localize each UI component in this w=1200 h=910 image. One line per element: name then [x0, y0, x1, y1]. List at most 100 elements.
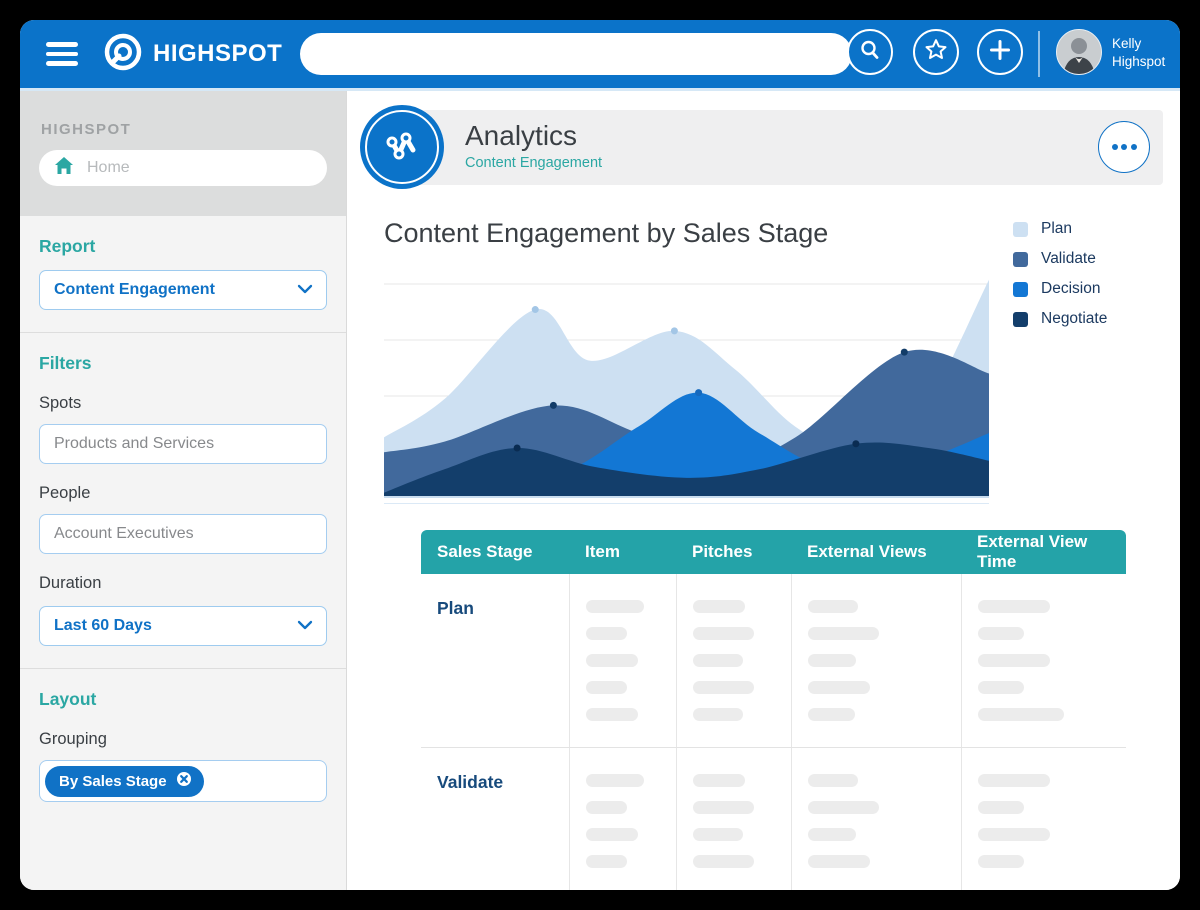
close-circle-icon[interactable]	[175, 770, 193, 793]
grouping-chip[interactable]: By Sales Stage	[45, 766, 204, 797]
placeholder-bar	[693, 774, 745, 787]
data-point-marker	[695, 389, 702, 396]
grouping-chip-label: By Sales Stage	[59, 773, 167, 790]
column-header: External View Time	[961, 532, 1126, 572]
placeholder-bar	[808, 627, 879, 640]
highspot-logo[interactable]: HIGHSPOT	[102, 31, 282, 78]
legend-item-decision[interactable]: Decision	[1013, 280, 1107, 298]
duration-label: Duration	[39, 574, 327, 593]
chart-title: Content Engagement by Sales Stage	[384, 218, 989, 249]
table-header-row: Sales StageItemPitchesExternal ViewsExte…	[421, 530, 1126, 574]
placeholder-bar	[808, 801, 879, 814]
placeholder-bar	[808, 855, 870, 868]
people-input[interactable]	[39, 514, 327, 554]
sidebar-item-home[interactable]: Home	[39, 150, 327, 186]
placeholder-bar	[693, 627, 754, 640]
favorites-button[interactable]	[913, 29, 959, 75]
table-cell-placeholder	[961, 574, 1126, 747]
legend-label: Validate	[1041, 250, 1096, 268]
legend-item-validate[interactable]: Validate	[1013, 250, 1107, 268]
data-point-marker	[671, 327, 678, 334]
column-header: Pitches	[676, 542, 791, 562]
legend-swatch	[1013, 312, 1028, 327]
data-point-marker	[550, 402, 557, 409]
table-cell-placeholder	[676, 574, 791, 747]
people-label: People	[39, 484, 327, 503]
chart-legend: Plan Validate Decision Negotiate	[1013, 218, 1107, 504]
filters-section: Filters Spots People Duration Last 60 Da…	[20, 332, 346, 668]
sidebar-brand-label: HIGHSPOT	[41, 121, 327, 138]
table-row: Plan	[421, 574, 1126, 748]
placeholder-bar	[978, 654, 1050, 667]
report-dropdown[interactable]: Content Engagement	[39, 270, 327, 310]
placeholder-bar	[586, 801, 627, 814]
ellipsis-icon	[1112, 144, 1118, 150]
placeholder-bar	[808, 654, 856, 667]
filters-heading: Filters	[39, 353, 327, 374]
placeholder-bar	[586, 708, 638, 721]
legend-item-negotiate[interactable]: Negotiate	[1013, 310, 1107, 328]
placeholder-bar	[978, 708, 1064, 721]
placeholder-bar	[586, 828, 638, 841]
global-search-input[interactable]	[300, 33, 852, 75]
search-button[interactable]	[847, 29, 893, 75]
column-header: External Views	[791, 542, 961, 562]
placeholder-bar	[693, 708, 743, 721]
chevron-down-icon	[297, 281, 313, 299]
search-icon	[858, 38, 882, 67]
plus-icon	[987, 37, 1013, 68]
placeholder-bar	[808, 681, 870, 694]
highspot-logo-icon	[102, 31, 144, 78]
home-label: Home	[87, 159, 130, 177]
analytics-app-icon	[360, 105, 444, 189]
table-row: Validate	[421, 748, 1126, 890]
spots-label: Spots	[39, 394, 327, 413]
analytics-header: Analytics Content Engagement	[360, 110, 1163, 189]
duration-dropdown-value: Last 60 Days	[54, 617, 152, 635]
placeholder-bar	[693, 600, 745, 613]
placeholder-bar	[978, 774, 1050, 787]
legend-swatch	[1013, 282, 1028, 297]
spots-input[interactable]	[39, 424, 327, 464]
column-header: Item	[569, 542, 676, 562]
placeholder-bar	[978, 681, 1024, 694]
placeholder-bar	[586, 681, 627, 694]
legend-item-plan[interactable]: Plan	[1013, 220, 1107, 238]
sidebar-breadcrumb-block: HIGHSPOT Home	[20, 91, 346, 216]
table-cell-placeholder	[961, 748, 1126, 890]
duration-dropdown[interactable]: Last 60 Days	[39, 606, 327, 646]
placeholder-bar	[586, 600, 644, 613]
placeholder-bar	[693, 654, 743, 667]
stage-label: Validate	[421, 748, 569, 890]
report-dropdown-value: Content Engagement	[54, 281, 215, 299]
main-content: Analytics Content Engagement Content Eng…	[347, 91, 1180, 890]
data-point-marker	[901, 349, 908, 356]
area-chart	[384, 274, 989, 504]
placeholder-bar	[586, 774, 644, 787]
chevron-down-icon	[297, 617, 313, 635]
placeholder-bar	[978, 600, 1050, 613]
layout-heading: Layout	[39, 689, 327, 710]
page-subtitle: Content Engagement	[465, 155, 602, 171]
legend-swatch	[1013, 222, 1028, 237]
legend-label: Decision	[1041, 280, 1100, 298]
layout-section: Layout Grouping By Sales Stage	[20, 668, 346, 824]
user-avatar[interactable]	[1056, 29, 1102, 75]
grouping-input[interactable]: By Sales Stage	[39, 760, 327, 802]
legend-label: Plan	[1041, 220, 1072, 238]
create-button[interactable]	[977, 29, 1023, 75]
placeholder-bar	[586, 627, 627, 640]
hamburger-menu-icon[interactable]	[46, 42, 78, 66]
user-name[interactable]: Kelly Highspot	[1112, 35, 1174, 70]
grouping-label: Grouping	[39, 730, 327, 749]
data-point-marker	[532, 306, 539, 313]
table-cell-placeholder	[791, 574, 961, 747]
placeholder-bar	[808, 774, 858, 787]
table-cell-placeholder	[791, 748, 961, 890]
more-options-button[interactable]	[1098, 121, 1150, 173]
page-title: Analytics	[465, 120, 602, 152]
placeholder-bar	[586, 855, 627, 868]
legend-swatch	[1013, 252, 1028, 267]
placeholder-bar	[693, 801, 754, 814]
report-heading: Report	[39, 236, 327, 257]
